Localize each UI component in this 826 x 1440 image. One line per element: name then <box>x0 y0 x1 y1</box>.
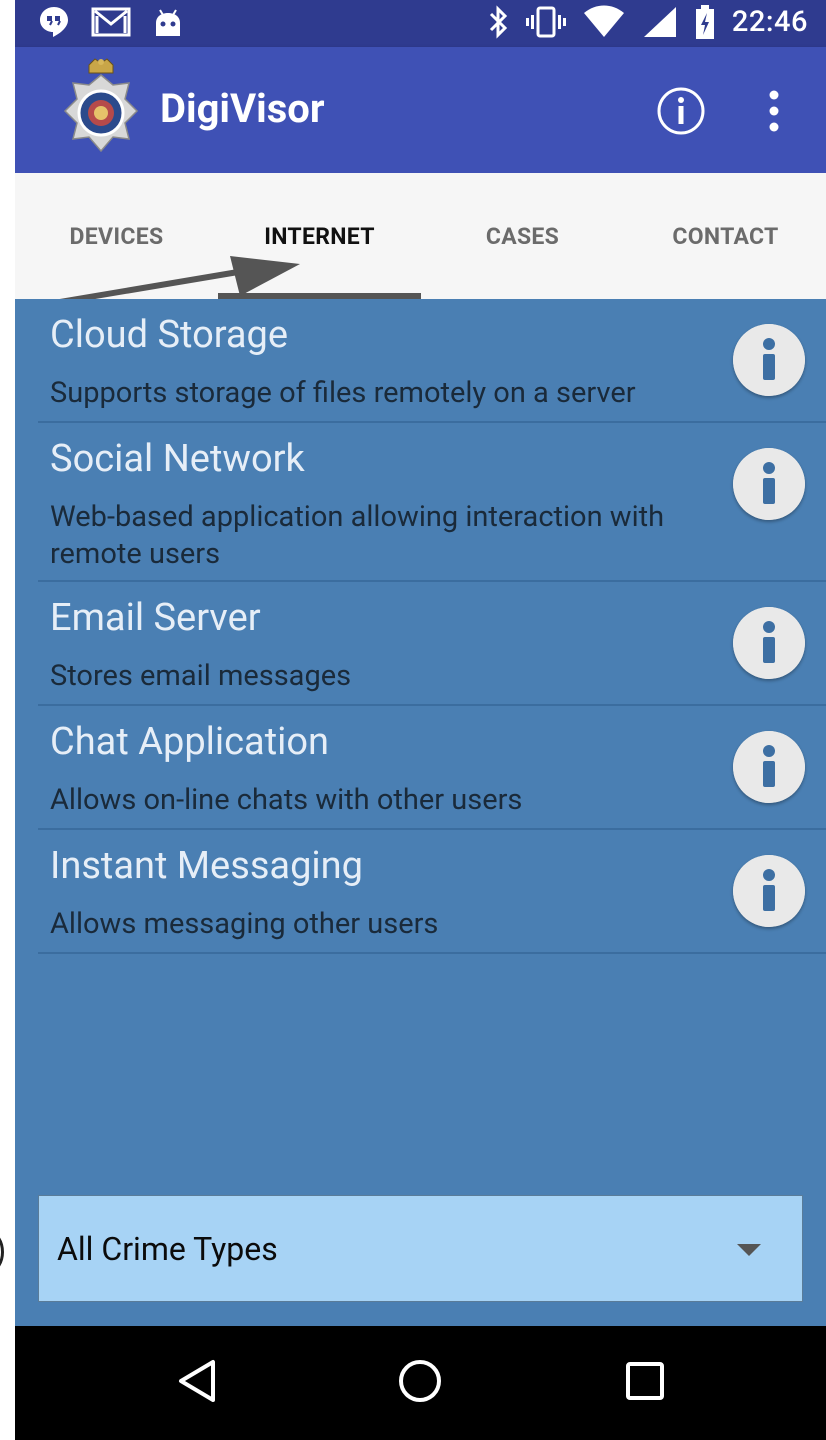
info-icon[interactable] <box>733 607 805 679</box>
hangouts-icon <box>40 7 68 37</box>
android-icon <box>156 9 180 36</box>
battery-charging-icon <box>695 5 714 39</box>
app-bar: DigiVisor <box>15 47 826 173</box>
wifi-icon <box>583 5 624 37</box>
item-title: Cloud Storage <box>50 313 289 357</box>
police-badge-logo <box>63 58 139 153</box>
back-icon[interactable] <box>175 1356 225 1406</box>
list-item-email-server[interactable]: Email Server Stores email messages <box>38 582 826 706</box>
item-title: Social Network <box>50 437 305 481</box>
left-margin <box>0 0 15 1440</box>
dropdown-selected-value: All Crime Types <box>57 1230 278 1268</box>
list-item-instant-messaging[interactable]: Instant Messaging Allows messaging other… <box>38 830 826 954</box>
info-icon[interactable] <box>655 85 707 137</box>
tab-cases[interactable]: CASES <box>421 173 624 299</box>
internet-list: Cloud Storage Supports storage of files … <box>38 299 826 954</box>
info-icon[interactable] <box>733 324 805 396</box>
info-icon[interactable] <box>733 855 805 927</box>
home-icon[interactable] <box>395 1356 445 1406</box>
phone-screen: 22:46 DigiVisor DEVICES INTERNET CASES C… <box>15 0 826 1440</box>
info-icon[interactable] <box>733 731 805 803</box>
list-item-cloud-storage[interactable]: Cloud Storage Supports storage of files … <box>38 299 826 423</box>
gmail-icon <box>91 7 131 37</box>
vibrate-icon <box>525 6 566 38</box>
tab-internet[interactable]: INTERNET <box>218 173 421 299</box>
status-time: 22:46 <box>731 5 808 39</box>
crime-type-dropdown[interactable]: All Crime Types <box>38 1195 803 1302</box>
tab-devices[interactable]: DEVICES <box>15 173 218 299</box>
overflow-menu-icon[interactable] <box>761 89 787 133</box>
signal-icon <box>643 7 676 37</box>
item-title: Instant Messaging <box>50 844 363 888</box>
app-title: DigiVisor <box>160 85 325 132</box>
content-area: Cloud Storage Supports storage of files … <box>15 299 826 1326</box>
info-icon[interactable] <box>733 448 805 520</box>
item-description: Web-based application allowing interacti… <box>50 500 665 571</box>
item-description: Allows messaging other users <box>50 907 439 941</box>
list-item-chat-application[interactable]: Chat Application Allows on-line chats wi… <box>38 706 826 830</box>
dropdown-arrow-icon <box>737 1244 761 1256</box>
tab-contact[interactable]: CONTACT <box>624 173 826 299</box>
navigation-bar <box>15 1326 826 1440</box>
item-title: Chat Application <box>50 720 330 764</box>
bluetooth-icon <box>489 5 508 39</box>
item-description: Supports storage of files remotely on a … <box>50 376 636 410</box>
list-item-social-network[interactable]: Social Network Web-based application all… <box>38 423 826 582</box>
item-description: Stores email messages <box>50 659 352 693</box>
item-title: Email Server <box>50 596 261 640</box>
status-bar: 22:46 <box>15 0 826 47</box>
recents-icon[interactable] <box>620 1356 670 1406</box>
item-description: Allows on-line chats with other users <box>50 783 523 817</box>
tab-bar: DEVICES INTERNET CASES CONTACT <box>15 173 826 299</box>
